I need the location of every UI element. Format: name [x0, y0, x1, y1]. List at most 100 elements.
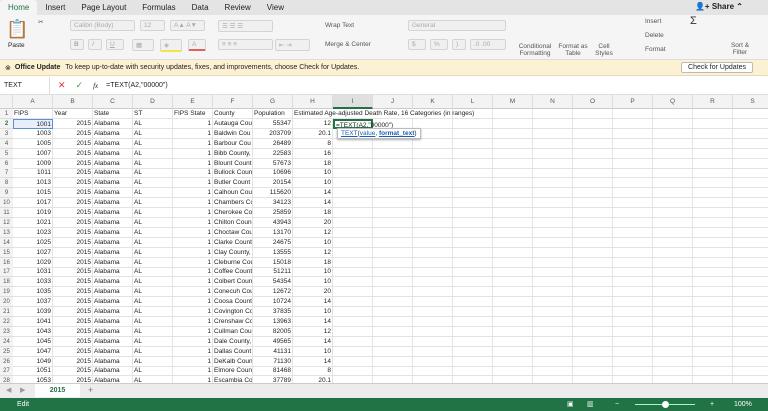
table-cell[interactable]: 2015 — [53, 208, 93, 218]
empty-cell[interactable] — [413, 168, 453, 179]
empty-cell[interactable] — [413, 217, 453, 228]
zoom-out-button[interactable]: − — [615, 398, 619, 411]
table-cell[interactable]: AL — [133, 287, 173, 298]
table-cell[interactable]: 1011 — [13, 168, 53, 179]
table-cell[interactable]: 22583 — [253, 148, 293, 159]
empty-cell[interactable] — [533, 277, 573, 288]
table-cell[interactable]: AL — [133, 148, 173, 159]
table-cell[interactable]: AL — [133, 227, 173, 238]
column-header-B[interactable]: B — [53, 95, 93, 109]
column-header-O[interactable]: O — [573, 95, 613, 109]
fill-color-button[interactable]: ◈ — [160, 39, 182, 52]
empty-cell[interactable] — [653, 366, 693, 377]
table-cell[interactable]: Chilton Coun — [213, 217, 253, 228]
insert-cells-button[interactable]: Insert — [645, 18, 661, 25]
table-cell[interactable]: Butler Count — [213, 178, 253, 189]
empty-cell[interactable] — [413, 208, 453, 218]
row-header-9[interactable]: 9 — [0, 188, 13, 199]
table-cell[interactable]: 26489 — [253, 138, 293, 149]
table-cell[interactable]: 71130 — [253, 356, 293, 367]
empty-cell[interactable] — [453, 257, 493, 268]
header-cell[interactable]: Year — [53, 109, 93, 119]
empty-cell[interactable] — [653, 346, 693, 357]
table-cell[interactable]: Alabama — [93, 158, 133, 169]
empty-cell[interactable] — [333, 287, 373, 298]
empty-cell[interactable] — [653, 376, 693, 383]
table-cell[interactable]: 2015 — [53, 168, 93, 179]
empty-cell[interactable] — [493, 198, 533, 209]
empty-cell[interactable] — [493, 158, 533, 169]
empty-cell[interactable] — [733, 139, 768, 149]
table-cell[interactable]: 2015 — [53, 326, 93, 337]
empty-cell[interactable] — [733, 347, 768, 357]
empty-cell[interactable] — [733, 277, 768, 288]
table-cell[interactable]: 2015 — [53, 158, 93, 169]
empty-cell[interactable] — [613, 198, 653, 209]
empty-cell[interactable] — [333, 356, 373, 367]
empty-cell[interactable] — [733, 218, 768, 228]
empty-cell[interactable] — [653, 247, 693, 258]
empty-cell[interactable] — [653, 356, 693, 367]
empty-cell[interactable] — [533, 188, 573, 199]
table-cell[interactable]: 1043 — [13, 326, 53, 337]
table-cell[interactable]: 1 — [173, 316, 213, 327]
tab-insert[interactable]: Insert — [37, 0, 73, 15]
empty-cell[interactable] — [453, 307, 493, 317]
table-cell[interactable]: 1 — [173, 208, 213, 218]
empty-cell[interactable] — [373, 287, 413, 298]
empty-cell[interactable] — [693, 168, 733, 179]
empty-cell[interactable] — [493, 316, 533, 327]
empty-cell[interactable] — [373, 227, 413, 238]
horizontal-align-buttons[interactable]: ≡ ≡ ≡ — [218, 39, 273, 50]
table-cell[interactable]: 1001 — [13, 118, 53, 129]
empty-cell[interactable] — [413, 237, 453, 248]
table-cell[interactable]: AL — [133, 128, 173, 139]
empty-cell[interactable] — [733, 238, 768, 248]
empty-cell[interactable] — [693, 217, 733, 228]
font-grow-shrink[interactable]: A▲ A▼ — [170, 20, 205, 31]
table-cell[interactable]: Alabama — [93, 267, 133, 278]
comma-button[interactable]: ) — [452, 39, 466, 50]
table-cell[interactable]: 10 — [293, 307, 333, 317]
row-header-23[interactable]: 23 — [0, 326, 13, 337]
table-cell[interactable]: Alabama — [93, 366, 133, 377]
table-cell[interactable]: 1049 — [13, 356, 53, 367]
empty-cell[interactable] — [453, 356, 493, 367]
table-cell[interactable]: 14 — [293, 198, 333, 209]
table-cell[interactable]: 1017 — [13, 198, 53, 209]
empty-cell[interactable] — [573, 277, 613, 288]
empty-cell[interactable] — [453, 118, 493, 129]
empty-cell[interactable] — [413, 158, 453, 169]
table-cell[interactable]: 12 — [293, 326, 333, 337]
empty-cell[interactable] — [733, 109, 768, 119]
indent-buttons[interactable]: ⇤ ⇥ — [275, 39, 310, 51]
table-cell[interactable]: 2015 — [53, 257, 93, 268]
row-header-24[interactable]: 24 — [0, 336, 13, 347]
row-header-16[interactable]: 16 — [0, 257, 13, 268]
header-cell[interactable]: Population — [253, 109, 293, 119]
empty-cell[interactable] — [573, 138, 613, 149]
table-cell[interactable]: AL — [133, 198, 173, 209]
table-cell[interactable]: Alabama — [93, 198, 133, 209]
empty-cell[interactable] — [653, 307, 693, 317]
empty-cell[interactable] — [533, 118, 573, 129]
empty-cell[interactable] — [373, 267, 413, 278]
empty-cell[interactable] — [733, 317, 768, 327]
table-cell[interactable]: Elmore Coun — [213, 366, 253, 377]
table-cell[interactable]: 1025 — [13, 237, 53, 248]
table-cell[interactable]: 13963 — [253, 316, 293, 327]
column-header-M[interactable]: M — [493, 95, 533, 109]
table-cell[interactable]: Alabama — [93, 227, 133, 238]
empty-cell[interactable] — [493, 287, 533, 298]
empty-cell[interactable] — [573, 198, 613, 209]
empty-cell[interactable] — [693, 198, 733, 209]
table-cell[interactable]: 1 — [173, 326, 213, 337]
empty-cell[interactable] — [693, 366, 733, 377]
table-cell[interactable]: 115620 — [253, 188, 293, 199]
empty-cell[interactable] — [493, 247, 533, 258]
table-cell[interactable]: Alabama — [93, 188, 133, 199]
table-cell[interactable]: 1039 — [13, 307, 53, 317]
empty-cell[interactable] — [493, 227, 533, 238]
table-cell[interactable]: Alabama — [93, 178, 133, 189]
table-cell[interactable]: AL — [133, 336, 173, 347]
